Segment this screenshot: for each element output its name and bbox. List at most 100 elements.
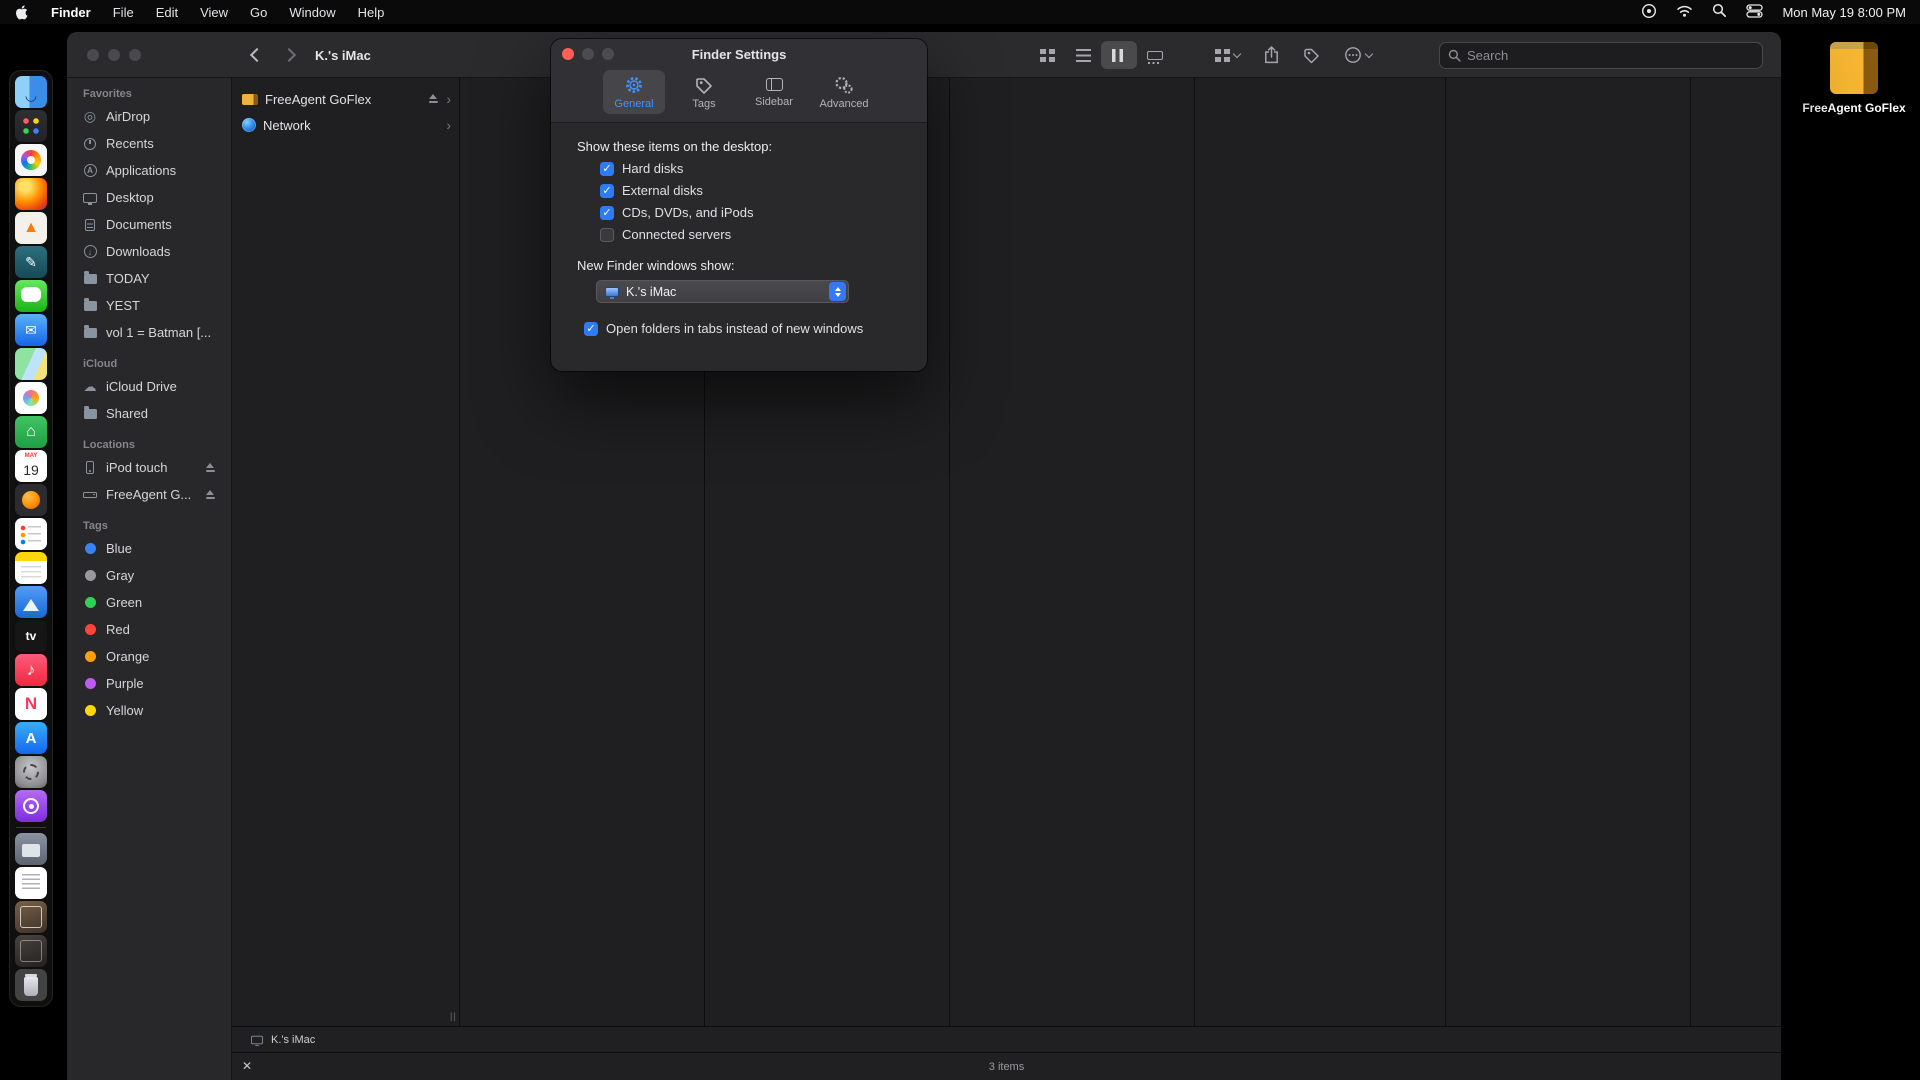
dock-icon-notes[interactable]: [15, 552, 47, 584]
dock-icon-finder[interactable]: [15, 76, 47, 108]
gallery-view-button[interactable]: [1137, 41, 1173, 69]
dock-icon-home[interactable]: [15, 416, 47, 448]
menu-item-view[interactable]: View: [200, 5, 228, 20]
dialog-close-button[interactable]: [562, 48, 574, 60]
dock-icon-textedit[interactable]: [15, 867, 47, 899]
dock-icon-folder[interactable]: [15, 833, 47, 865]
dock-icon-podcasts[interactable]: [15, 790, 47, 822]
cds-dvds-checkbox[interactable]: [600, 206, 614, 220]
sidebar-tag-blue[interactable]: Blue: [75, 535, 223, 562]
spotlight-search-icon[interactable]: [1712, 3, 1727, 21]
column-resize-handle[interactable]: ||: [450, 1011, 457, 1021]
back-button[interactable]: [250, 48, 264, 62]
dock-icon-document-stack-2[interactable]: [15, 935, 47, 967]
tags-button[interactable]: [1303, 47, 1320, 64]
sidebar-item-icloud-drive[interactable]: iCloud Drive: [75, 373, 223, 400]
sidebar-item-vol1-batman[interactable]: vol 1 = Batman [...: [75, 319, 223, 346]
list-view-button[interactable]: [1065, 41, 1101, 69]
column-item-network[interactable]: Network ›: [232, 112, 459, 138]
checkbox-row-hard-disks[interactable]: Hard disks: [600, 161, 901, 176]
dock-icon-photo-booth[interactable]: [15, 382, 47, 414]
toolbar-search[interactable]: [1439, 42, 1763, 69]
dock-icon-editor[interactable]: [15, 246, 47, 278]
external-disks-checkbox[interactable]: [600, 184, 614, 198]
tab-sidebar[interactable]: Sidebar: [743, 70, 805, 114]
dock-icon-messages[interactable]: [15, 280, 47, 312]
sidebar-item-downloads[interactable]: ↓Downloads: [75, 238, 223, 265]
close-window-button[interactable]: [87, 49, 99, 61]
dock-icon-system-settings[interactable]: [15, 756, 47, 788]
tab-tags[interactable]: Tags: [673, 70, 735, 114]
sidebar-item-today[interactable]: TODAY: [75, 265, 223, 292]
zoom-window-button[interactable]: [129, 49, 141, 61]
minimize-window-button[interactable]: [108, 49, 120, 61]
menu-item-file[interactable]: File: [113, 5, 134, 20]
control-center-icon[interactable]: [1746, 4, 1763, 21]
dock-icon-music[interactable]: [15, 654, 47, 686]
dock-icon-photos[interactable]: [15, 144, 47, 176]
dock-icon-firefox[interactable]: [15, 178, 47, 210]
dock-icon-calendar[interactable]: [15, 450, 47, 482]
sidebar-item-recents[interactable]: Recents: [75, 130, 223, 157]
path-bar-label[interactable]: K.'s iMac: [271, 1034, 315, 1046]
menu-item-help[interactable]: Help: [358, 5, 385, 20]
hard-disks-checkbox[interactable]: [600, 162, 614, 176]
desktop-drive-freeagent[interactable]: FreeAgent GoFlex: [1793, 42, 1915, 115]
sidebar-item-desktop[interactable]: Desktop: [75, 184, 223, 211]
checkbox-row-open-in-tabs[interactable]: Open folders in tabs instead of new wind…: [584, 321, 901, 336]
tab-general[interactable]: General: [603, 70, 665, 114]
sidebar-item-yest[interactable]: YEST: [75, 292, 223, 319]
dock-icon-apple-tv[interactable]: [15, 620, 47, 652]
sidebar-item-shared[interactable]: Shared: [75, 400, 223, 427]
eject-icon[interactable]: [428, 94, 439, 104]
sidebar-item-applications[interactable]: AApplications: [75, 157, 223, 184]
dock-icon-news[interactable]: [15, 688, 47, 720]
sidebar-item-documents[interactable]: Documents: [75, 211, 223, 238]
sidebar-tag-gray[interactable]: Gray: [75, 562, 223, 589]
new-window-select[interactable]: K.'s iMac: [596, 280, 849, 303]
menu-item-go[interactable]: Go: [250, 5, 267, 20]
dialog-zoom-button[interactable]: [602, 48, 614, 60]
dock-icon-app-store[interactable]: [15, 722, 47, 754]
sidebar-item-ipod-touch[interactable]: iPod touch: [75, 454, 223, 481]
dock-icon-launchpad[interactable]: [15, 110, 47, 142]
dock-icon-mail[interactable]: [15, 314, 47, 346]
checkbox-row-connected-servers[interactable]: Connected servers: [600, 227, 901, 242]
sidebar-tag-orange[interactable]: Orange: [75, 643, 223, 670]
wifi-icon[interactable]: [1676, 4, 1693, 21]
eject-icon[interactable]: [205, 463, 216, 473]
group-by-button[interactable]: [1215, 49, 1240, 62]
menu-item-edit[interactable]: Edit: [156, 5, 178, 20]
sidebar-item-freeagent-drive[interactable]: FreeAgent G...: [75, 481, 223, 508]
menu-bar-clock[interactable]: Mon May 19 8:00 PM: [1782, 5, 1906, 20]
forward-button[interactable]: [282, 48, 296, 62]
dock-icon-orange-app[interactable]: [15, 484, 47, 516]
dialog-minimize-button[interactable]: [582, 48, 594, 60]
eject-icon[interactable]: [205, 490, 216, 500]
sidebar-tag-red[interactable]: Red: [75, 616, 223, 643]
screen-mirroring-icon[interactable]: [1641, 3, 1657, 22]
search-input[interactable]: [1467, 48, 1754, 63]
dock-icon-maps[interactable]: [15, 348, 47, 380]
column-item-freeagent-goflex[interactable]: FreeAgent GoFlex ›: [232, 86, 459, 112]
menu-app-name[interactable]: Finder: [51, 5, 91, 20]
close-icon[interactable]: ✕: [242, 1059, 252, 1073]
dock-icon-trash[interactable]: [15, 969, 47, 1001]
share-button[interactable]: [1264, 46, 1279, 64]
apple-menu-icon[interactable]: [14, 4, 29, 21]
more-actions-button[interactable]: [1344, 46, 1372, 64]
sidebar-tag-yellow[interactable]: Yellow: [75, 697, 223, 724]
checkbox-row-external-disks[interactable]: External disks: [600, 183, 901, 198]
dock-icon-vlc[interactable]: [15, 212, 47, 244]
sidebar-item-airdrop[interactable]: AirDrop: [75, 103, 223, 130]
column-view-button[interactable]: [1101, 41, 1137, 69]
dock-icon-weather[interactable]: [15, 586, 47, 618]
open-in-tabs-checkbox[interactable]: [584, 322, 598, 336]
sidebar-tag-green[interactable]: Green: [75, 589, 223, 616]
menu-item-window[interactable]: Window: [289, 5, 335, 20]
dock-icon-reminders[interactable]: [15, 518, 47, 550]
icon-view-button[interactable]: [1029, 41, 1065, 69]
sidebar-tag-purple[interactable]: Purple: [75, 670, 223, 697]
checkbox-row-cds-dvds[interactable]: CDs, DVDs, and iPods: [600, 205, 901, 220]
connected-servers-checkbox[interactable]: [600, 228, 614, 242]
